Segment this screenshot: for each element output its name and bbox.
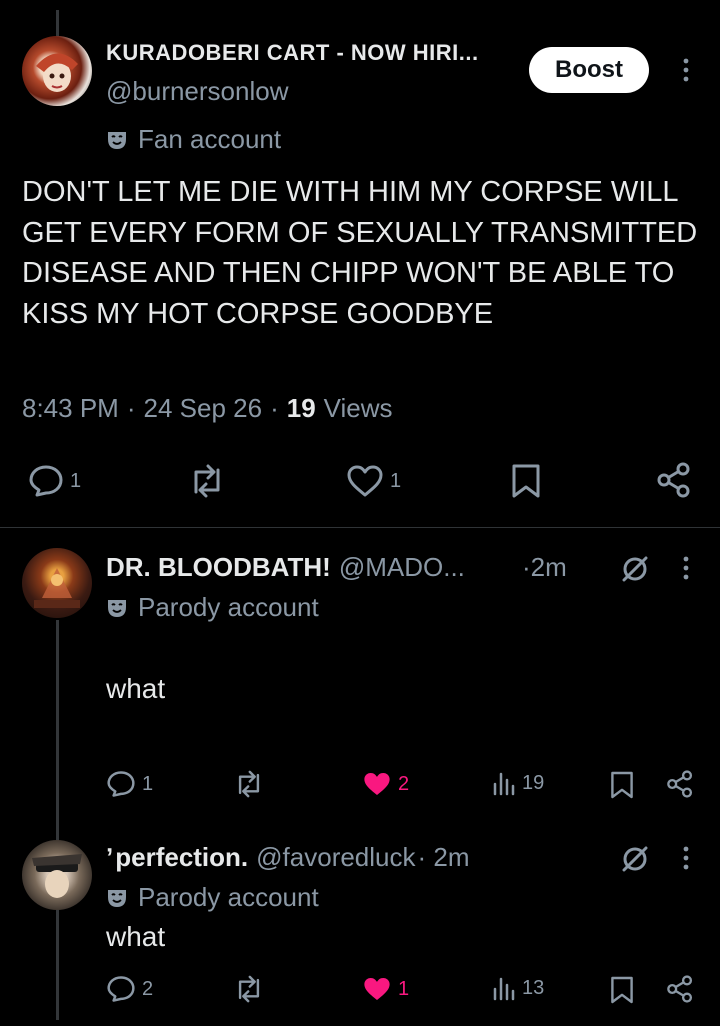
account-label: Fan account (138, 124, 282, 154)
thread-line-reply (56, 620, 59, 1020)
boost-button[interactable]: Boost (529, 47, 649, 93)
post-metadata: 8:43 PM · 24 Sep 26 · 19 Views (22, 393, 393, 424)
thread-line-top (56, 10, 59, 36)
more-options-icon[interactable] (676, 56, 696, 84)
post-date[interactable]: 24 Sep 26 (144, 393, 263, 424)
bookmark-button[interactable] (610, 975, 634, 1005)
reply-handle[interactable]: @MADO... (339, 552, 465, 583)
reply-display-name[interactable]: DR. BLOODBATH! (106, 552, 331, 583)
reply-icon (106, 770, 136, 798)
bookmark-button[interactable] (610, 770, 634, 800)
reply-display-name-prefix: ʼ (106, 842, 114, 872)
account-label-row: Fan account (106, 124, 281, 155)
mask-icon (106, 887, 128, 909)
reply-button[interactable]: 1 (28, 464, 81, 498)
repost-button[interactable] (186, 464, 228, 498)
reply-time[interactable]: ·2m (522, 552, 567, 583)
reply-count: 2 (142, 977, 154, 1000)
like-count: 2 (398, 772, 410, 795)
grok-icon[interactable] (620, 554, 650, 584)
bookmark-icon (610, 770, 634, 800)
heart-filled-icon (362, 975, 392, 1003)
views-button[interactable]: 19 (492, 770, 544, 796)
reply-button[interactable]: 2 (106, 975, 153, 1003)
repost-icon (232, 770, 266, 798)
author-handle[interactable]: @burnersonlow (106, 76, 288, 107)
reply-avatar[interactable] (22, 548, 92, 618)
like-count: 1 (398, 977, 410, 1000)
like-count: 1 (390, 469, 402, 492)
share-button[interactable] (656, 462, 692, 498)
avatar[interactable] (22, 36, 92, 106)
share-button[interactable] (666, 769, 694, 799)
reply-icon (28, 464, 64, 498)
repost-button[interactable] (232, 770, 266, 798)
author-display-name[interactable]: KURADOBERI CART - NOW HIRI... (106, 40, 479, 66)
views-label: Views (323, 393, 393, 423)
bookmark-icon (610, 975, 634, 1005)
share-button[interactable] (666, 974, 694, 1004)
like-button[interactable]: 2 (362, 770, 409, 798)
divider (0, 527, 720, 528)
views-button[interactable]: 13 (492, 975, 544, 1001)
more-options-icon[interactable] (676, 844, 696, 872)
share-icon (656, 462, 692, 498)
reply-header: ʼ perfection. @favoredluck · 2m (106, 842, 470, 873)
bookmark-icon (511, 463, 541, 499)
more-options-icon[interactable] (676, 554, 696, 582)
reply-count: 1 (142, 772, 154, 795)
account-label: Parody account (138, 882, 319, 912)
account-label-row: Parody account (106, 882, 319, 913)
mask-icon (106, 597, 128, 619)
reply-display-name[interactable]: perfection. (115, 842, 248, 873)
reply-count: 1 (70, 469, 82, 492)
repost-icon (186, 464, 228, 498)
reply-button[interactable]: 1 (106, 770, 153, 798)
analytics-icon (492, 975, 516, 1001)
analytics-icon (492, 770, 516, 796)
view-count: 19 (522, 771, 545, 794)
reply-time[interactable]: · 2m (418, 842, 470, 873)
boost-button-label: Boost (555, 56, 623, 83)
reply-icon (106, 975, 136, 1003)
reply-text: what (106, 921, 166, 952)
like-button[interactable]: 1 (346, 464, 401, 498)
heart-filled-icon (362, 770, 392, 798)
reply-handle[interactable]: @favoredluck (256, 842, 415, 873)
post-text: DON'T LET ME DIE WITH HIM MY CORPSE WILL… (22, 176, 698, 330)
account-label: Parody account (138, 592, 319, 622)
grok-icon[interactable] (620, 844, 650, 874)
reply-text: what (106, 673, 166, 704)
share-icon (666, 769, 694, 799)
reply-header: DR. BLOODBATH! @MADO... (106, 552, 465, 583)
reply-avatar[interactable] (22, 840, 92, 910)
views-count: 19 (286, 393, 316, 423)
view-count: 13 (522, 976, 545, 999)
bookmark-button[interactable] (511, 463, 541, 499)
share-icon (666, 974, 694, 1004)
repost-icon (232, 975, 266, 1003)
like-button[interactable]: 1 (362, 975, 409, 1003)
heart-icon (346, 464, 384, 498)
account-label-row: Parody account (106, 592, 319, 623)
post-time[interactable]: 8:43 PM (22, 393, 119, 424)
repost-button[interactable] (232, 975, 266, 1003)
mask-icon (106, 129, 128, 151)
